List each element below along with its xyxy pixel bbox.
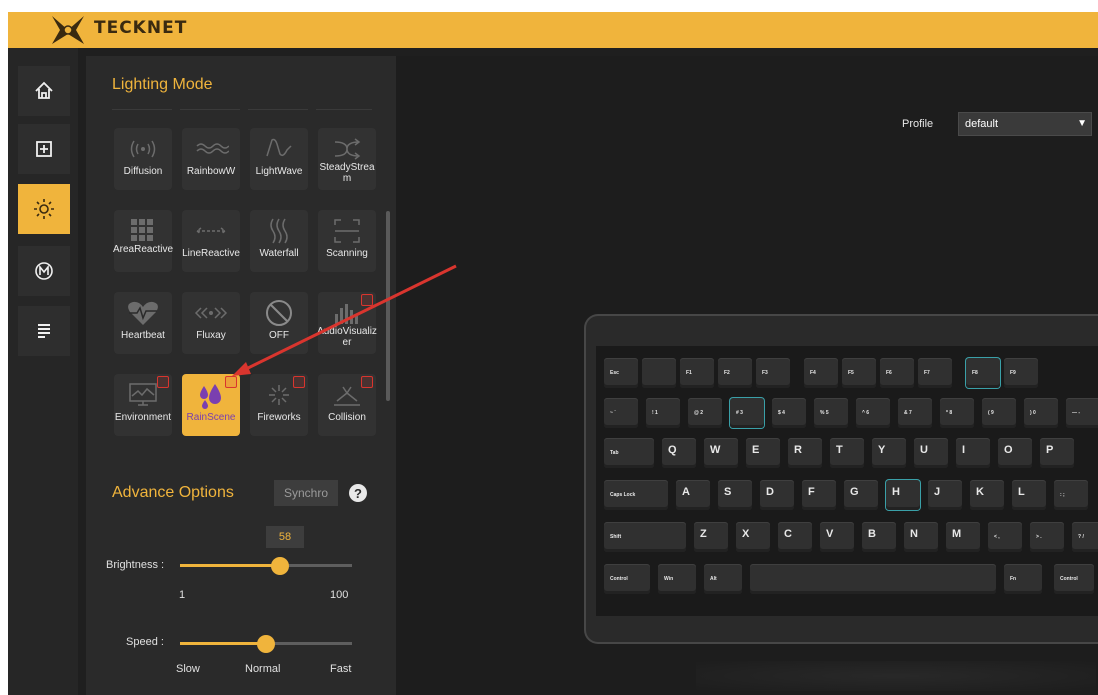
annotation-arrow	[232, 264, 457, 376]
app-window: TECKNET Lighting Mode Diffusion RainbowW…	[8, 12, 1098, 695]
